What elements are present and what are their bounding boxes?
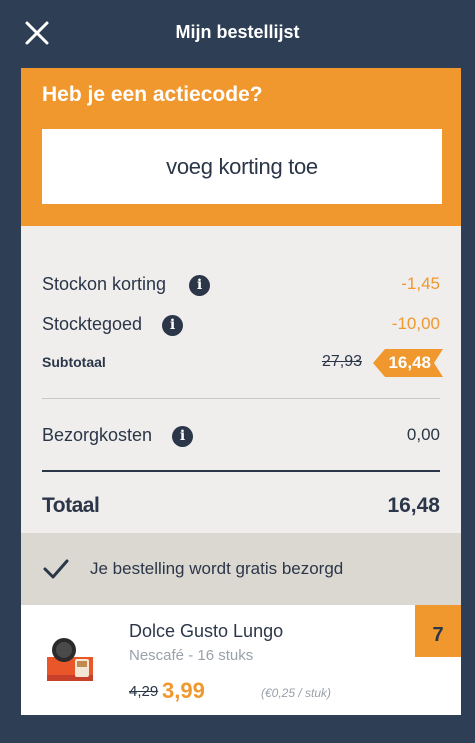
delivery-cost-row: Bezorgkosten i 0,00 (42, 425, 440, 449)
quantity-badge[interactable]: 7 (415, 605, 461, 657)
product-name: Dolce Gusto Lungo (129, 621, 284, 641)
page-title: Mijn bestellijst (175, 22, 300, 42)
stock-credit-label: Stocktegoed (42, 314, 143, 334)
stock-credit-row: Stocktegoed i -10,00 (42, 314, 440, 338)
info-icon[interactable]: i (189, 275, 210, 296)
delivery-cost-label: Bezorgkosten (42, 425, 153, 445)
info-icon[interactable]: i (162, 315, 183, 336)
checkmark-icon (43, 559, 69, 579)
stockon-discount-value: -1,45 (401, 274, 440, 293)
product-price: 3,99 (162, 678, 205, 703)
product-unit-price: (€0,25 / stuk) (261, 686, 332, 700)
product-card[interactable]: Dolce Gusto Lungo Nescafé - 16 stuks 4,2… (21, 605, 461, 715)
app-header: Mijn bestellijst (0, 0, 475, 68)
divider (42, 398, 440, 399)
total-divider (42, 470, 440, 472)
order-summary: Stockon korting i -1,45 Stocktegoed i -1… (21, 226, 461, 533)
stockon-discount-label: Stockon korting (42, 274, 167, 294)
total-value: 16,48 (387, 494, 440, 517)
free-delivery-text: Je bestelling wordt gratis bezorgd (90, 559, 344, 578)
product-subtitle: Nescafé - 16 stuks (129, 647, 254, 664)
product-image (45, 635, 95, 689)
subtotal-value-badge: 16,48 (373, 349, 443, 377)
delivery-cost-value: 0,00 (406, 425, 440, 444)
add-discount-button[interactable]: voeg korting toe (42, 129, 442, 204)
promo-title: Heb je een actiecode? (42, 83, 263, 106)
subtotal-row: Subtotaal 27,93 16,48 (42, 352, 440, 376)
free-delivery-notice: Je bestelling wordt gratis bezorgd (21, 533, 461, 605)
product-original-price: 4,29 (129, 683, 159, 700)
promo-code-panel: Heb je een actiecode? voeg korting toe (21, 68, 461, 226)
stockon-discount-row: Stockon korting i -1,45 (42, 274, 440, 298)
stock-credit-value: -10,00 (391, 314, 440, 333)
total-label: Totaal (42, 494, 100, 517)
subtotal-label: Subtotaal (42, 354, 106, 370)
subtotal-original-value: 27,93 (321, 353, 362, 370)
info-icon[interactable]: i (172, 426, 193, 447)
